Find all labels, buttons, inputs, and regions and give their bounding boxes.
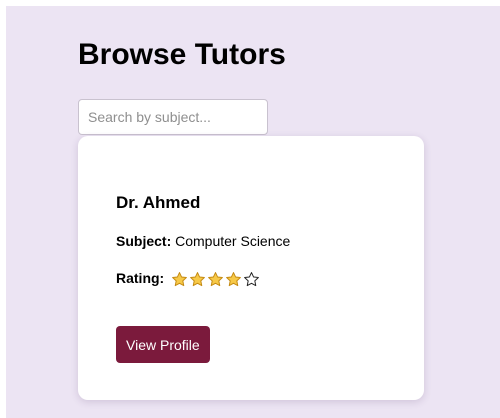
star-filled-icon bbox=[189, 271, 206, 288]
subject-row: Subject: Computer Science bbox=[116, 232, 290, 250]
tutor-card: Dr. Ahmed Subject: Computer Science Rati… bbox=[78, 136, 424, 400]
view-profile-button[interactable]: View Profile bbox=[116, 326, 210, 363]
rating-row: Rating: bbox=[116, 269, 261, 289]
tutor-name: Dr. Ahmed bbox=[116, 193, 201, 212]
star-filled-icon bbox=[171, 271, 188, 288]
star-empty-icon bbox=[243, 271, 260, 288]
star-rating bbox=[171, 269, 261, 288]
subject-value: Computer Science bbox=[175, 233, 291, 249]
page-title: Browse Tutors bbox=[78, 38, 286, 71]
subject-label: Subject: bbox=[116, 233, 172, 249]
star-filled-icon bbox=[225, 271, 242, 288]
search-input[interactable] bbox=[78, 99, 268, 135]
star-filled-icon bbox=[207, 271, 224, 288]
page-background: Browse Tutors Dr. Ahmed Subject: Compute… bbox=[6, 6, 500, 418]
rating-label: Rating: bbox=[116, 270, 165, 286]
